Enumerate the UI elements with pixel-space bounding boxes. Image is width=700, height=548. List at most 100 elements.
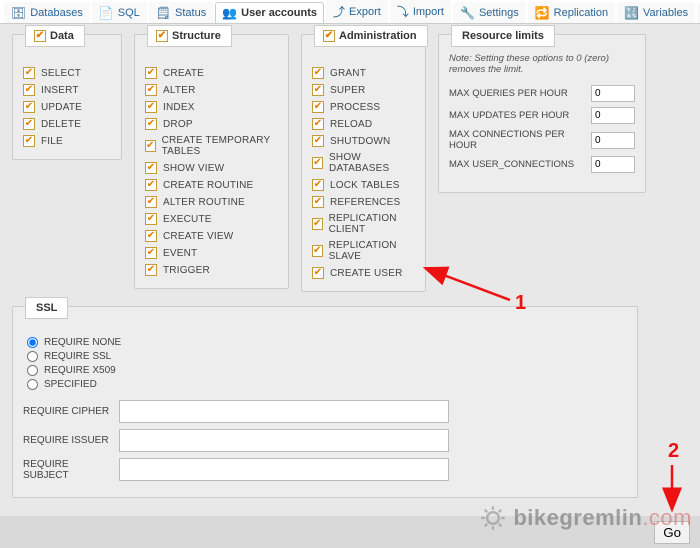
group-legend-admin[interactable]: ✔ Administration <box>314 25 428 47</box>
privilege-label: SUPER <box>330 85 365 96</box>
privilege-item[interactable]: ✔ EXECUTE <box>145 213 278 225</box>
check-icon[interactable]: ✔ <box>312 101 324 113</box>
privilege-item[interactable]: ✔GRANT <box>312 67 415 79</box>
check-icon[interactable]: ✔ <box>312 135 324 147</box>
privilege-label: SHOW DATABASES <box>329 152 415 174</box>
ssl-option[interactable]: REQUIRE NONE <box>27 337 627 348</box>
check-icon[interactable]: ✔ <box>145 247 157 259</box>
ssl-option[interactable]: REQUIRE X509 <box>27 365 627 376</box>
resource-input[interactable] <box>591 132 635 149</box>
check-icon[interactable]: ✔ <box>145 264 157 276</box>
privilege-item[interactable]: ✔ SUPER <box>312 84 415 96</box>
db-icon: 🗄 <box>11 6 26 20</box>
privilege-item[interactable]: ✔ INDEX <box>145 101 278 113</box>
check-icon[interactable]: ✔ <box>312 218 323 230</box>
check-icon[interactable]: ✔ <box>34 30 46 42</box>
check-icon[interactable]: ✔ <box>23 67 35 79</box>
check-icon[interactable]: ✔ <box>312 267 324 279</box>
privilege-item[interactable]: ✔INSERT <box>23 84 111 96</box>
tab-user-accounts[interactable]: 👥User accounts <box>215 2 324 23</box>
privilege-item[interactable]: ✔CREATE VIEW <box>145 230 278 242</box>
check-icon[interactable]: ✔ <box>145 118 157 130</box>
resource-input[interactable] <box>591 156 635 173</box>
tab-import[interactable]: ⤵Import <box>390 0 451 23</box>
tab-variables[interactable]: 🔣Variables <box>617 2 695 23</box>
privilege-item[interactable]: ✔PROCESS <box>312 101 415 113</box>
check-icon[interactable]: ✔ <box>312 179 324 191</box>
privilege-item[interactable]: ✔REFERENCES <box>312 196 415 208</box>
privilege-item[interactable]: ✔ FILE <box>23 135 111 147</box>
privilege-item[interactable]: ✔UPDATE <box>23 101 111 113</box>
group-legend-data[interactable]: ✔ Data <box>25 25 85 47</box>
privilege-label: TRIGGER <box>163 265 210 276</box>
variables-icon: 🔣 <box>624 6 639 20</box>
group-legend-structure[interactable]: ✔ Structure <box>147 25 232 47</box>
ssl-text-input[interactable] <box>119 400 449 423</box>
ssl-radio[interactable] <box>27 337 38 348</box>
privilege-label: FILE <box>41 136 63 147</box>
check-icon[interactable]: ✔ <box>145 179 157 191</box>
ssl-option[interactable]: REQUIRE SSL <box>27 351 627 362</box>
privilege-label: INDEX <box>163 102 195 113</box>
privilege-item[interactable]: ✔DROP <box>145 118 278 130</box>
ssl-radio[interactable] <box>27 351 38 362</box>
check-icon[interactable]: ✔ <box>145 67 157 79</box>
privilege-item[interactable]: ✔CREATE ROUTINE <box>145 179 278 191</box>
check-icon[interactable]: ✔ <box>145 162 157 174</box>
ssl-radio[interactable] <box>27 365 38 376</box>
check-icon[interactable]: ✔ <box>145 140 156 152</box>
privilege-item[interactable]: ✔ALTER ROUTINE <box>145 196 278 208</box>
tab-replication[interactable]: 🔁Replication <box>528 2 615 23</box>
check-icon[interactable]: ✔ <box>145 230 157 242</box>
privilege-item[interactable]: ✔ CREATE <box>145 67 278 79</box>
privilege-item[interactable]: ✔REPLICATION CLIENT <box>312 213 415 235</box>
check-icon[interactable]: ✔ <box>312 245 323 257</box>
privilege-label: EVENT <box>163 248 197 259</box>
check-icon[interactable]: ✔ <box>156 30 168 42</box>
settings-icon: 🔧 <box>460 6 475 20</box>
check-icon[interactable]: ✔ <box>312 157 323 169</box>
check-icon[interactable]: ✔ <box>145 213 157 225</box>
privilege-item[interactable]: ✔RELOAD <box>312 118 415 130</box>
privilege-item[interactable]: ✔CREATE TEMPORARY TABLES <box>145 135 278 157</box>
privilege-label: CREATE <box>163 68 204 79</box>
ssl-text-label: REQUIRE ISSUER <box>23 435 113 446</box>
check-icon[interactable]: ✔ <box>312 84 324 96</box>
privilege-item[interactable]: ✔ EVENT <box>145 247 278 259</box>
tab-settings[interactable]: 🔧Settings <box>453 2 526 23</box>
privilege-item[interactable]: ✔ TRIGGER <box>145 264 278 276</box>
resource-legend: Resource limits <box>451 25 555 47</box>
privilege-item[interactable]: ✔SHOW VIEW <box>145 162 278 174</box>
privilege-label: EXECUTE <box>163 214 212 225</box>
check-icon[interactable]: ✔ <box>145 196 157 208</box>
ssl-text-input[interactable] <box>119 429 449 452</box>
check-icon[interactable]: ✔ <box>312 67 324 79</box>
resource-input[interactable] <box>591 85 635 102</box>
check-icon[interactable]: ✔ <box>145 101 157 113</box>
check-icon[interactable]: ✔ <box>312 118 324 130</box>
privilege-item[interactable]: ✔SELECT <box>23 67 111 79</box>
privilege-item[interactable]: ✔DELETE <box>23 118 111 130</box>
check-icon[interactable]: ✔ <box>23 84 35 96</box>
check-icon[interactable]: ✔ <box>23 118 35 130</box>
check-icon[interactable]: ✔ <box>312 196 324 208</box>
tab-sql[interactable]: 📄SQL <box>92 2 147 23</box>
privilege-item[interactable]: ✔LOCK TABLES <box>312 179 415 191</box>
privilege-item[interactable]: ✔REPLICATION SLAVE <box>312 240 415 262</box>
tab-databases[interactable]: 🗄Databases <box>4 2 90 23</box>
ssl-text-input[interactable] <box>119 458 449 481</box>
tab-label: Status <box>175 7 206 19</box>
resource-input[interactable] <box>591 107 635 124</box>
privilege-item[interactable]: ✔ALTER <box>145 84 278 96</box>
tab-export[interactable]: ⤴Export <box>326 0 388 23</box>
privilege-item[interactable]: ✔ SHOW DATABASES <box>312 152 415 174</box>
ssl-radio[interactable] <box>27 379 38 390</box>
tab-status[interactable]: 🗒Status <box>149 2 213 23</box>
check-icon[interactable]: ✔ <box>323 30 335 42</box>
ssl-option[interactable]: SPECIFIED <box>27 379 627 390</box>
check-icon[interactable]: ✔ <box>23 135 35 147</box>
check-icon[interactable]: ✔ <box>23 101 35 113</box>
check-icon[interactable]: ✔ <box>145 84 157 96</box>
privilege-item[interactable]: ✔CREATE USER <box>312 267 415 279</box>
privilege-item[interactable]: ✔SHUTDOWN <box>312 135 415 147</box>
